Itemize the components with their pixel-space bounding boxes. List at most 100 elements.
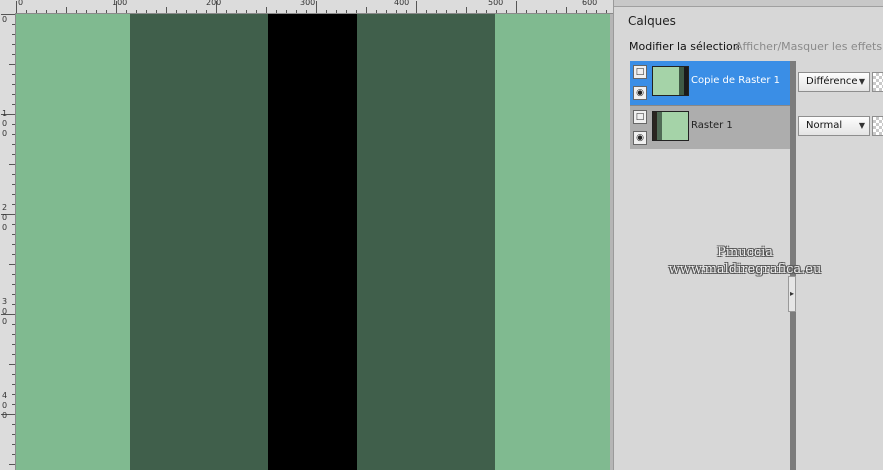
ruler-tick: [376, 10, 377, 13]
ruler-tick: [506, 10, 507, 13]
ruler-tick: [12, 234, 15, 235]
vertical-ruler: 0100200300400: [0, 13, 16, 470]
ruler-tick: [12, 154, 15, 155]
ruler-tick: [12, 454, 15, 455]
modify-selection-button[interactable]: Modifier la sélection: [629, 40, 740, 53]
ruler-label: 0: [2, 223, 8, 232]
ruler-tick: [186, 10, 187, 13]
layer-thumbnail: [652, 66, 689, 96]
ruler-tick: [456, 10, 457, 13]
ruler-tick: [12, 224, 15, 225]
ruler-tick: [276, 10, 277, 13]
ruler-tick: [316, 1, 317, 13]
ruler-tick: [66, 7, 67, 13]
ruler-tick: [416, 1, 417, 13]
ruler-tick: [12, 94, 15, 95]
ruler-label: 0: [2, 307, 8, 316]
ruler-tick: [9, 164, 15, 165]
ruler-tick: [12, 284, 15, 285]
ruler-tick: [396, 10, 397, 13]
ruler-tick: [496, 10, 497, 13]
opacity-slider[interactable]: [872, 116, 883, 136]
raster-layer-icon[interactable]: □: [633, 65, 647, 79]
opacity-slider[interactable]: [872, 72, 883, 92]
ruler-tick: [146, 10, 147, 13]
ruler-tick: [9, 364, 15, 365]
horizontal-ruler: 0 100 200 300 400 500 600: [0, 0, 613, 14]
ruler-tick: [326, 10, 327, 13]
layer-icons: □ ◉: [633, 64, 649, 102]
ruler-tick: [12, 74, 15, 75]
toggle-effects-button[interactable]: Afficher/Masquer les effets de: [735, 40, 883, 53]
ruler-tick: [406, 10, 407, 13]
ruler-tick: [476, 10, 477, 13]
ruler-tick: [12, 444, 15, 445]
ruler-tick: [12, 194, 15, 195]
color-stripe: [130, 14, 268, 470]
image-canvas[interactable]: [16, 14, 610, 470]
raster-layer-icon[interactable]: □: [633, 110, 647, 124]
ruler-label: 0: [2, 317, 8, 326]
ruler-tick: [12, 84, 15, 85]
ruler-tick: [486, 10, 487, 13]
ruler-label: 400: [394, 0, 410, 7]
ruler-tick: [12, 54, 15, 55]
ruler-tick: [76, 10, 77, 13]
ruler-tick: [266, 7, 267, 13]
layer-thumbnail: [652, 111, 689, 141]
canvas-area[interactable]: 0 100 200 300 400 500 600 0100200300400: [0, 0, 613, 470]
ruler-tick: [546, 10, 547, 13]
ruler-label: 200: [206, 0, 222, 7]
ruler-tick: [12, 124, 15, 125]
ruler-tick: [296, 10, 297, 13]
ruler-tick: [466, 7, 467, 13]
panel-splitter[interactable]: [790, 61, 796, 470]
layers-list: □ ◉ Copie de Raster 1 □ ◉ Raster 1: [630, 61, 792, 149]
layer-name[interactable]: Raster 1: [691, 120, 733, 131]
ruler-tick: [12, 324, 15, 325]
layer-row-copie-de-raster-1[interactable]: □ ◉ Copie de Raster 1: [630, 61, 792, 105]
chevron-down-icon: ▼: [858, 121, 865, 130]
layer-row-raster-1[interactable]: □ ◉ Raster 1: [630, 105, 792, 149]
ruler-tick: [46, 10, 47, 13]
ruler-label: 4: [2, 391, 8, 400]
ruler-tick: [166, 7, 167, 13]
ruler-tick: [12, 424, 15, 425]
ruler-label: 0: [2, 119, 8, 128]
ruler-tick: [12, 44, 15, 45]
ruler-label: 3: [2, 297, 8, 306]
ruler-tick: [12, 184, 15, 185]
splitter-handle[interactable]: ▸: [788, 276, 796, 312]
ruler-tick: [12, 34, 15, 35]
ruler-tick: [136, 10, 137, 13]
ruler-label: 1: [2, 109, 8, 118]
layer-icons: □ ◉: [633, 109, 649, 147]
ruler-tick: [356, 10, 357, 13]
ruler-tick: [12, 24, 15, 25]
ruler-tick: [26, 10, 27, 13]
blend-mode-select[interactable]: Différence ▼: [798, 72, 870, 92]
eye-icon[interactable]: ◉: [633, 131, 647, 145]
ruler-tick: [536, 10, 537, 13]
color-stripe: [495, 14, 610, 470]
layer-name[interactable]: Copie de Raster 1: [691, 75, 780, 86]
ruler-label: 300: [300, 0, 316, 7]
ruler-label: 0: [18, 0, 24, 7]
ruler-tick: [126, 10, 127, 13]
ruler-tick: [12, 134, 15, 135]
ruler-label: 100: [112, 0, 128, 7]
ruler-tick: [236, 10, 237, 13]
eye-icon[interactable]: ◉: [633, 86, 647, 100]
ruler-tick: [196, 10, 197, 13]
ruler-tick: [426, 10, 427, 13]
chevron-down-icon: ▼: [858, 77, 865, 86]
ruler-tick: [9, 264, 15, 265]
ruler-tick: [606, 10, 607, 13]
ruler-tick: [12, 254, 15, 255]
ruler-label: 0: [2, 129, 8, 138]
thumbnail-segment: [661, 112, 688, 140]
ruler-tick: [206, 10, 207, 13]
blend-mode-select[interactable]: Normal ▼: [798, 116, 870, 136]
ruler-tick: [96, 10, 97, 13]
ruler-tick: [156, 10, 157, 13]
